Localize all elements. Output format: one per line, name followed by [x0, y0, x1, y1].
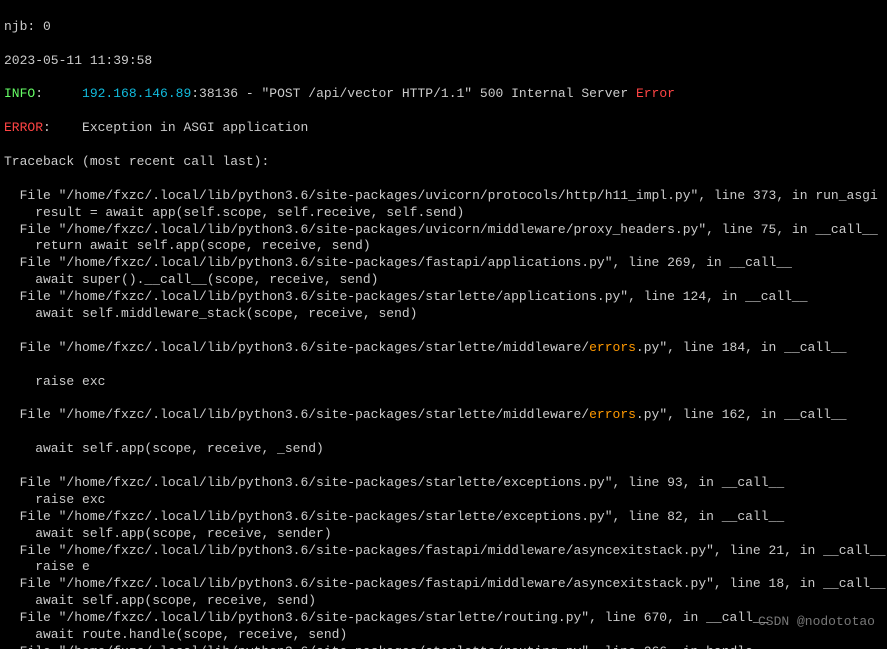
- tb-file: File "/home/fxzc/.local/lib/python3.6/si…: [4, 644, 883, 649]
- tb-file: File "/home/fxzc/.local/lib/python3.6/si…: [4, 340, 883, 357]
- tb-file: File "/home/fxzc/.local/lib/python3.6/si…: [4, 255, 883, 272]
- traceback-frames: File "/home/fxzc/.local/lib/python3.6/si…: [4, 188, 883, 323]
- client-ip: 192.168.146.89: [82, 86, 191, 101]
- info-line: INFO: 192.168.146.89:38136 - "POST /api/…: [4, 86, 883, 103]
- tb-file: File "/home/fxzc/.local/lib/python3.6/si…: [4, 576, 883, 593]
- tb-code: await self.app(scope, receive, send): [4, 593, 883, 610]
- tb-file: File "/home/fxzc/.local/lib/python3.6/si…: [4, 289, 883, 306]
- terminal-output[interactable]: njb: 0 2023-05-11 11:39:58 INFO: 192.168…: [0, 0, 887, 649]
- errors-highlight: errors: [589, 340, 636, 355]
- tb-code: result = await app(self.scope, self.rece…: [4, 205, 883, 222]
- tb-code: await route.handle(scope, receive, send): [4, 627, 883, 644]
- tb-code: raise exc: [4, 492, 883, 509]
- prompt-line: njb: 0: [4, 19, 883, 36]
- tb-code: await super().__call__(scope, receive, s…: [4, 272, 883, 289]
- tb-code: await self.app(scope, receive, _send): [4, 441, 883, 458]
- tb-code: await self.app(scope, receive, sender): [4, 526, 883, 543]
- tb-file: File "/home/fxzc/.local/lib/python3.6/si…: [4, 509, 883, 526]
- tb-file: File "/home/fxzc/.local/lib/python3.6/si…: [4, 222, 883, 239]
- traceback-header: Traceback (most recent call last):: [4, 154, 883, 171]
- error-label: ERROR: [4, 120, 43, 135]
- tb-file: File "/home/fxzc/.local/lib/python3.6/si…: [4, 407, 883, 424]
- tb-file: File "/home/fxzc/.local/lib/python3.6/si…: [4, 475, 883, 492]
- tb-file: File "/home/fxzc/.local/lib/python3.6/si…: [4, 188, 883, 205]
- tb-file: File "/home/fxzc/.local/lib/python3.6/si…: [4, 543, 883, 560]
- timestamp-line: 2023-05-11 11:39:58: [4, 53, 883, 70]
- tb-code: raise exc: [4, 374, 883, 391]
- info-label: INFO: [4, 86, 35, 101]
- errors-highlight: errors: [589, 407, 636, 422]
- tb-code: return await self.app(scope, receive, se…: [4, 238, 883, 255]
- error-line: ERROR: Exception in ASGI application: [4, 120, 883, 137]
- watermark: CSDN @nodototao: [758, 614, 875, 631]
- error-word: Error: [636, 86, 675, 101]
- traceback-frames: File "/home/fxzc/.local/lib/python3.6/si…: [4, 475, 883, 649]
- tb-file: File "/home/fxzc/.local/lib/python3.6/si…: [4, 610, 883, 627]
- tb-code: raise e: [4, 559, 883, 576]
- tb-code: await self.middleware_stack(scope, recei…: [4, 306, 883, 323]
